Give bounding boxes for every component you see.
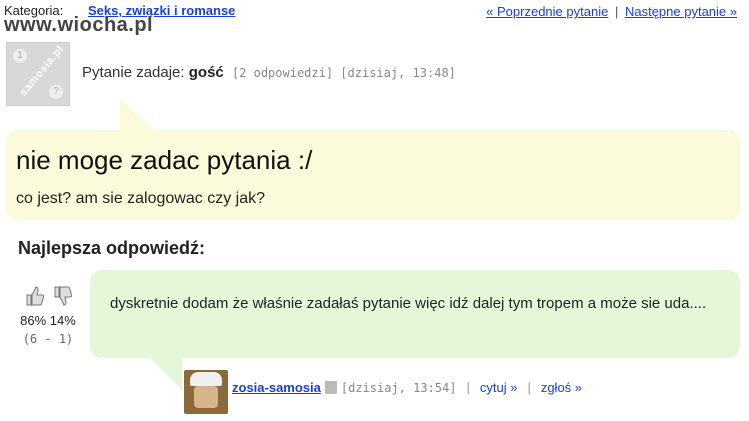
next-question-link[interactable]: Następne pytanie » [625,4,737,19]
vote-percentages: 86% 14% [20,313,76,328]
thumbs-down-icon[interactable] [52,285,72,307]
watermark: www.wiocha.pl [4,14,154,36]
answerer-avatar[interactable] [184,370,228,414]
nav-separator: | [614,4,619,19]
question-navigation: « Poprzednie pytanie | Następne pytanie … [486,4,737,19]
asker-line: Pytanie zadaje: gość [2 odpowiedzi] [dzi… [82,64,456,81]
question-meta: [2 odpowiedzi] [dzisiaj, 13:48] [231,66,456,80]
answerer-name-link[interactable]: zosia-samosia [232,380,321,395]
vote-box: 86% 14% (6 - 1) [8,285,88,346]
best-answer-heading: Najlepsza odpowiedź: [18,238,206,258]
answer-bubble-tail [148,356,182,390]
answer-text: dyskretnie dodam że właśnie zadałaś pyta… [110,295,707,312]
quote-link[interactable]: cytuj » [480,380,518,395]
asker-prefix: Pytanie zadaje: [82,64,185,81]
user-badge-icon [324,381,337,394]
asker-name: gość [188,64,224,81]
question-body: co jest? am sie zalogowac czy jak? [16,190,265,207]
question-title: nie moge zadac pytania :/ [16,145,313,175]
prev-question-link[interactable]: « Poprzednie pytanie [486,4,608,19]
footer-separator: | [527,380,531,395]
thumbs-up-icon[interactable] [24,285,44,307]
report-link[interactable]: zgłoś » [541,380,582,395]
avatar-badge-icon: 1 [13,49,27,63]
vote-counts: (6 - 1) [22,332,74,346]
footer-separator: | [466,380,470,395]
avatar-question-icon: ? [49,85,63,99]
question-bubble-tail [120,100,158,132]
asker-avatar[interactable]: 1 samosia.pl ? [6,42,70,106]
answer-time: [dzisiaj, 13:54] [340,381,457,395]
